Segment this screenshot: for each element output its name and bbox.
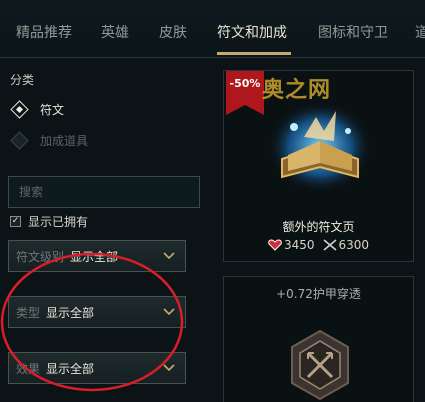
rp-price: 3450 [283,238,315,252]
active-tab-indicator [217,52,291,55]
tab-icons-and-wards[interactable]: 图标和守卫 [318,22,388,42]
discount-badge: -50% [229,77,261,90]
radio-diamond-disabled-icon [10,130,29,150]
filter-option-label: 加成道具 [40,133,89,148]
tab-more[interactable]: 道 [415,22,425,42]
heart-rp-icon [268,239,282,251]
filter-option-label: 符文 [40,102,65,117]
show-owned-label: 显示已拥有 [28,215,89,229]
rune-armor-pen-icon [291,329,349,401]
filter-option-runes[interactable]: 符文 [10,99,64,119]
chevron-down-icon [163,364,175,372]
filter-option-boosts[interactable]: 加成道具 [10,130,88,150]
type-dropdown[interactable]: 类型 显示全部 [8,296,186,328]
item-prices: 3450 6300 [223,238,414,252]
rune-book-icon [268,101,372,193]
rune-stat: +0.72护甲穿透 [276,287,361,301]
show-owned-toggle[interactable]: ✓ 显示已拥有 [10,213,88,230]
tab-runes-and-boosts[interactable]: 符文和加成 [217,22,287,42]
dropdown-key: 效果 [16,361,41,376]
search-input[interactable] [8,176,200,208]
store-top-nav: 精品推荐 英雄 皮肤 符文和加成 图标和守卫 道 [0,0,425,58]
tab-skins[interactable]: 皮肤 [159,22,187,42]
rune-tier-dropdown[interactable]: 符文级别 显示全部 [8,240,186,272]
chevron-down-icon [163,308,175,316]
effect-dropdown[interactable]: 效果 显示全部 [8,352,186,384]
tab-champions[interactable]: 英雄 [101,22,129,42]
site-watermark: 奥之网 [262,78,332,103]
ip-price: 6300 [338,238,370,252]
category-heading: 分类 [10,73,35,87]
chevron-down-icon [163,252,175,260]
dropdown-value: 显示全部 [46,305,95,320]
tab-featured[interactable]: 精品推荐 [16,22,72,42]
radio-diamond-selected-icon [10,99,29,119]
dropdown-value: 显示全部 [70,249,119,264]
dropdown-key: 类型 [16,305,41,320]
dropdown-value: 显示全部 [46,361,95,376]
dropdown-key: 符文级别 [16,249,65,264]
item-name: 额外的符文页 [282,220,355,234]
checkbox-checked-icon[interactable]: ✓ [10,216,21,227]
crossed-swords-ip-icon [322,239,337,251]
